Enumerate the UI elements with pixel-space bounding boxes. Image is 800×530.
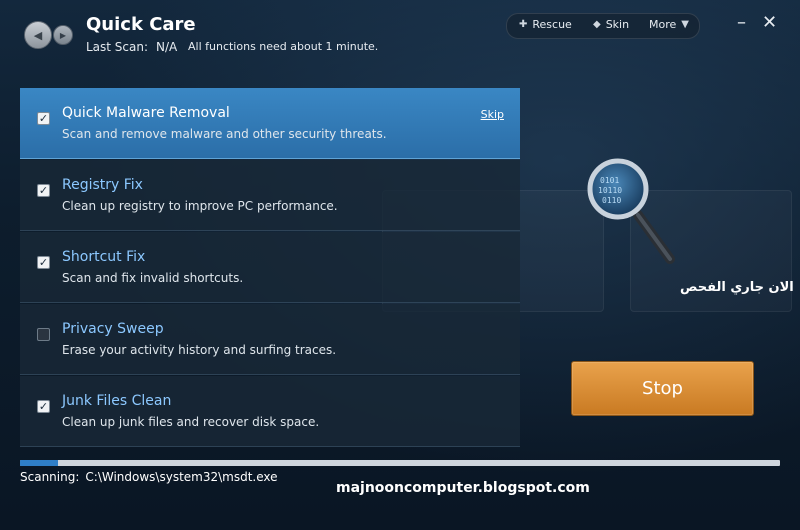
task-description: Clean up junk files and recover disk spa… xyxy=(62,415,320,429)
task-list: ✓ Quick Malware Removal Scan and remove … xyxy=(20,88,520,448)
forward-arrow-icon[interactable]: ▶ xyxy=(53,25,73,45)
scan-status-text: الان جاري الفحص xyxy=(680,280,794,295)
task-title: Privacy Sweep xyxy=(62,321,164,337)
task-title: Quick Malware Removal xyxy=(62,105,230,121)
task-checkbox[interactable]: ✓ xyxy=(37,256,50,269)
rescue-label: Rescue xyxy=(532,18,572,31)
stop-button[interactable]: Stop xyxy=(571,361,754,416)
task-registry-fix[interactable]: ✓ Registry Fix Clean up registry to impr… xyxy=(20,160,520,231)
magnifier-icon: 0101 10110 0110 xyxy=(587,158,675,264)
skip-link[interactable]: Skip xyxy=(481,108,504,121)
skin-button[interactable]: ◆ Skin xyxy=(593,18,629,31)
task-quick-malware-removal[interactable]: ✓ Quick Malware Removal Scan and remove … xyxy=(20,88,520,159)
last-scan-value: N/A xyxy=(156,40,178,54)
task-title: Shortcut Fix xyxy=(62,249,146,265)
task-checkbox[interactable]: ✓ xyxy=(37,400,50,413)
task-title: Junk Files Clean xyxy=(62,393,172,409)
svg-text:0110: 0110 xyxy=(602,196,621,205)
svg-text:10110: 10110 xyxy=(598,186,622,195)
last-scan: Last Scan: N/A xyxy=(86,40,177,54)
svg-text:0101: 0101 xyxy=(600,176,619,185)
task-description: Scan and fix invalid shortcuts. xyxy=(62,271,244,285)
close-icon[interactable]: ✕ xyxy=(762,14,777,32)
minimize-icon[interactable]: – xyxy=(737,14,746,32)
rescue-icon: ✚ xyxy=(519,19,528,30)
progress-fill xyxy=(20,460,58,466)
rescue-button[interactable]: ✚ Rescue xyxy=(519,18,572,31)
task-checkbox[interactable] xyxy=(37,328,50,341)
skin-label: Skin xyxy=(605,18,630,31)
scanning-path: C:\Windows\system32\msdt.exe xyxy=(85,470,278,484)
task-description: Clean up registry to improve PC performa… xyxy=(62,199,338,213)
scanning-status: Scanning: C:\Windows\system32\msdt.exe xyxy=(20,470,278,484)
chevron-down-icon: ▼ xyxy=(681,19,689,30)
quick-care-window: ◀ ▶ Quick Care Last Scan: N/A All functio… xyxy=(0,0,800,530)
top-menu: ✚ Rescue ◆ Skin More ▼ xyxy=(506,13,700,39)
task-privacy-sweep[interactable]: Privacy Sweep Erase your activity histor… xyxy=(20,304,520,375)
more-label: More xyxy=(649,18,677,31)
scanning-label: Scanning: xyxy=(20,470,80,484)
task-title: Registry Fix xyxy=(62,177,143,193)
back-arrow-icon[interactable]: ◀ xyxy=(24,21,52,49)
task-description: Erase your activity history and surfing … xyxy=(62,343,337,357)
skin-icon: ◆ xyxy=(593,19,601,30)
task-junk-files-clean[interactable]: ✓ Junk Files Clean Clean up junk files a… xyxy=(20,376,520,447)
watermark: majnooncomputer.blogspot.com xyxy=(336,480,590,496)
last-scan-label: Last Scan: xyxy=(86,40,149,54)
task-shortcut-fix[interactable]: ✓ Shortcut Fix Scan and fix invalid shor… xyxy=(20,232,520,303)
title-bar: ◀ ▶ Quick Care Last Scan: N/A All functio… xyxy=(0,0,800,88)
more-button[interactable]: More ▼ xyxy=(649,18,689,31)
task-checkbox[interactable]: ✓ xyxy=(37,112,50,125)
page-title: Quick Care xyxy=(86,14,196,35)
task-description: Scan and remove malware and other securi… xyxy=(62,127,387,141)
duration-hint: All functions need about 1 minute. xyxy=(188,40,379,53)
progress-bar xyxy=(20,460,780,466)
task-checkbox[interactable]: ✓ xyxy=(37,184,50,197)
